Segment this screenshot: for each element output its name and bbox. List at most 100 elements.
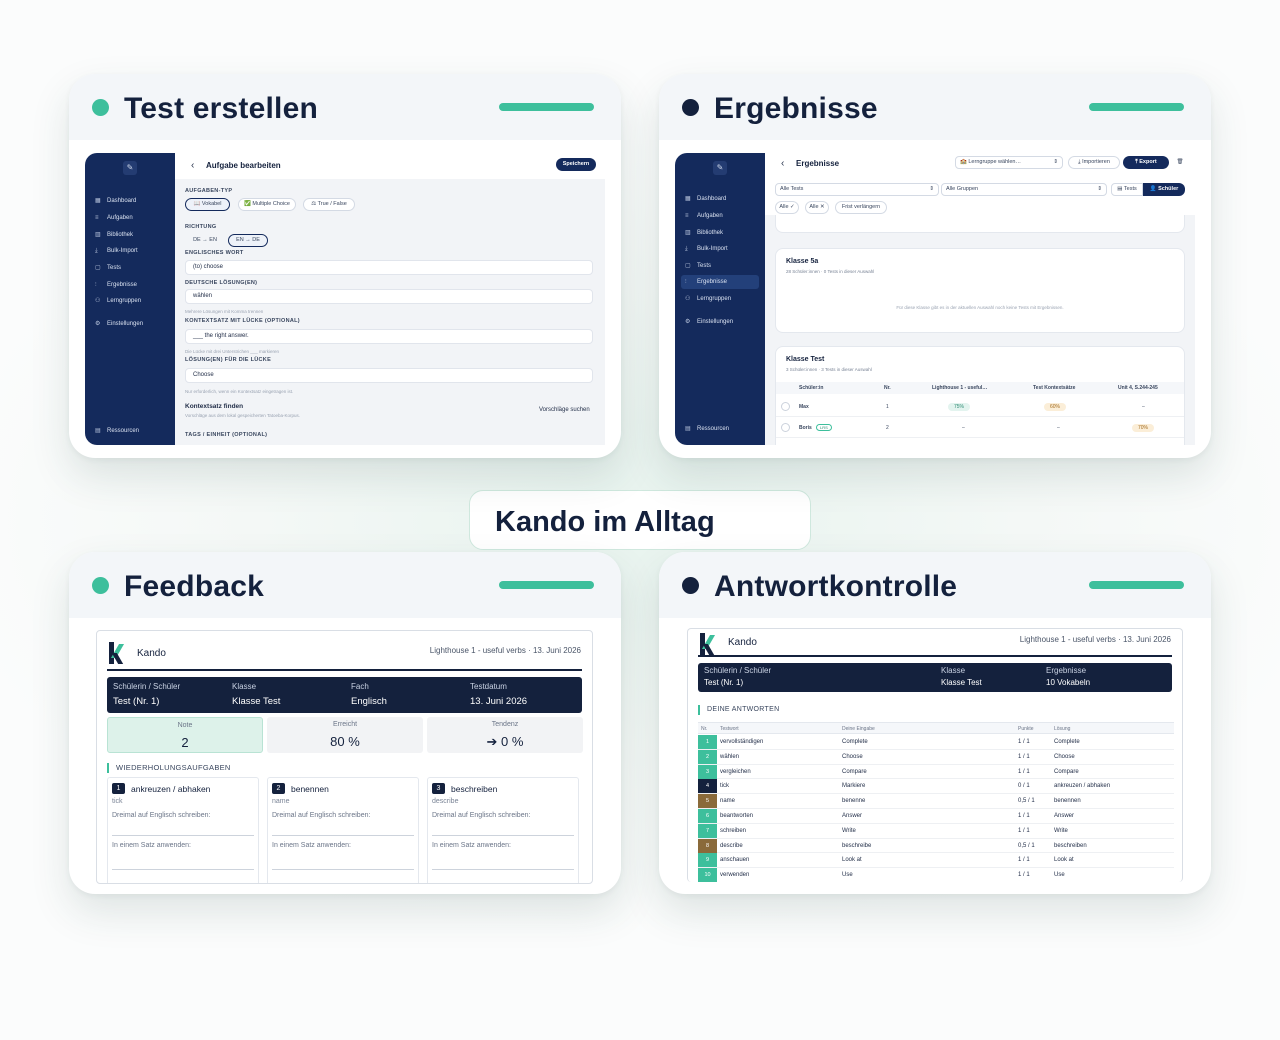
- cell-solution: beschreiben: [1054, 842, 1087, 849]
- german-solution-hint: Mehrere Lösungen mit Komma trennen: [185, 309, 264, 314]
- table-row: 6 beantworten Answer 1 / 1 Answer: [698, 809, 1174, 824]
- answer-line[interactable]: [432, 835, 574, 836]
- status-dot-icon: [682, 577, 699, 594]
- col-test1: Lighthouse 1 - useful…: [932, 385, 988, 391]
- cell-solution: ankreuzen / abhaken: [1054, 783, 1111, 790]
- sidebar-item-aufgaben[interactable]: ≡ Aufgaben: [91, 211, 169, 225]
- row-number-badge: 1: [698, 735, 717, 749]
- answer-line[interactable]: [112, 835, 254, 836]
- row-number-badge: 8: [698, 838, 717, 853]
- feedback-document: Kando Lighthouse 1 - useful verbs · 13. …: [96, 630, 593, 884]
- brand-name: Kando: [728, 637, 757, 648]
- chevron-down-icon: ⇕: [1053, 159, 1058, 165]
- sidebar-item-einstellungen[interactable]: ⚙ Einstellungen: [91, 317, 169, 331]
- row-number-badge: 4: [698, 779, 717, 794]
- answer-line[interactable]: [432, 869, 574, 870]
- german-solution-label: DEUTSCHE LÖSUNG(EN): [185, 280, 258, 286]
- direction-en-de[interactable]: EN → DE: [228, 234, 268, 247]
- back-icon[interactable]: ‹: [781, 158, 784, 169]
- save-button[interactable]: Speichern: [556, 158, 596, 171]
- context-input[interactable]: ___ the right answer.: [185, 329, 593, 344]
- row-checkbox[interactable]: [781, 402, 790, 411]
- context-hint: Die Lücke mit drei Unterstrichen ___ mar…: [185, 349, 280, 354]
- sidebar-item-bulkimport[interactable]: ⤓ Bulk-Import: [681, 242, 759, 256]
- filter-groups-select[interactable]: Alle Gruppen ⇕: [941, 183, 1107, 196]
- cell-points: 0,5 / 1: [1018, 798, 1035, 805]
- brand-name: Kando: [137, 648, 166, 659]
- answer-line[interactable]: [272, 835, 414, 836]
- clipboard-icon: ▢: [685, 263, 691, 269]
- view-tests-toggle[interactable]: ▤ Tests: [1111, 183, 1143, 196]
- card-header: Antwortkontrolle: [659, 552, 1211, 618]
- german-solution-input[interactable]: wählen: [185, 289, 593, 304]
- direction-de-en[interactable]: DE → EN: [185, 234, 225, 247]
- card-ergebnisse: Ergebnisse ✎ ▦ Dashboard ≡ Aufgaben ▥ Bibliot…: [659, 74, 1211, 458]
- view-students-toggle[interactable]: 👤 Schüler: [1143, 183, 1185, 196]
- cell-solution: Use: [1054, 872, 1065, 879]
- gap-input[interactable]: Choose: [185, 368, 593, 383]
- cell-points: 1 / 1: [1018, 827, 1030, 834]
- screenshot-editor: ✎ ▦ Dashboard ≡ Aufgaben ▥ Bibliothek ⤓ Bulk-Im…: [85, 153, 605, 445]
- import-button[interactable]: ⤓ Importieren: [1068, 156, 1120, 169]
- cell-word: schreiben: [720, 827, 747, 834]
- sidebar-item-ressourcen[interactable]: ▤ Ressourcen: [681, 422, 759, 436]
- sidebar-item-bulkimport[interactable]: ⤓ Bulk-Import: [91, 244, 169, 258]
- type-chip-vokabel[interactable]: 📖 Vokabel: [185, 198, 230, 211]
- class-panel-test: Klasse Test 3 Schüler:innen · 3 Tests in…: [775, 346, 1185, 445]
- type-chip-true-false[interactable]: ⚖ True / False: [303, 198, 355, 211]
- find-suggestions-button[interactable]: Vorschläge suchen: [539, 407, 590, 413]
- sidebar-item-dashboard[interactable]: ▦ Dashboard: [91, 194, 169, 208]
- trash-icon[interactable]: 🗑: [1173, 156, 1187, 169]
- type-label: AUFGABEN-TYP: [185, 188, 233, 194]
- type-chip-multiple-choice[interactable]: ✅ Multiple Choice: [238, 198, 296, 211]
- sidebar-item-tests[interactable]: ▢ Tests: [91, 261, 169, 275]
- answer-line[interactable]: [272, 869, 414, 870]
- app-logo-icon: ✎: [123, 161, 137, 175]
- english-word-input[interactable]: (to) choose: [185, 260, 593, 275]
- cell-input: Markiere: [842, 783, 866, 790]
- cell-word: wählen: [720, 753, 740, 760]
- screenshot-results: ✎ ▦ Dashboard ≡ Aufgaben ▥ Bibliothek ⤓ Bulk-Im…: [675, 153, 1195, 445]
- table-row[interactable]: Boris LRS 2 – – 70%: [776, 418, 1184, 438]
- cell-points: 0 / 1: [1018, 783, 1030, 790]
- gear-icon: ⚙: [685, 319, 691, 325]
- sidebar-item-lerngruppen[interactable]: ⚇ Lerngruppen: [681, 292, 759, 306]
- sidebar-item-aufgaben[interactable]: ≡ Aufgaben: [681, 209, 759, 223]
- file-icon: ▤: [685, 426, 691, 432]
- sidebar-item-ergebnisse[interactable]: ⫶ Ergebnisse: [681, 275, 759, 289]
- score-badge: 60%: [1044, 403, 1067, 411]
- cell-word: describe: [720, 842, 743, 849]
- export-button[interactable]: ⤒ Export: [1123, 156, 1169, 169]
- chip-frist-verlaengern[interactable]: Frist verlängern: [835, 201, 887, 214]
- chip-alle-check[interactable]: Alle ✓: [775, 201, 799, 214]
- divider: [698, 655, 1172, 657]
- back-icon[interactable]: ‹: [191, 160, 194, 171]
- row-checkbox[interactable]: [781, 423, 790, 432]
- sidebar-item-lerngruppen[interactable]: ⚇ Lerngruppen: [91, 294, 169, 308]
- sidebar-item-dashboard[interactable]: ▦ Dashboard: [681, 192, 759, 206]
- group-select[interactable]: 🏫 Lerngruppe wählen… ⇕: [955, 156, 1063, 169]
- chip-alle-cross[interactable]: Alle ✕: [805, 201, 829, 214]
- cell-points: 1 / 1: [1018, 768, 1030, 775]
- results-table-header: Schüler:in Nr. Lighthouse 1 - useful… Te…: [776, 382, 1184, 394]
- sidebar-item-bibliothek[interactable]: ▥ Bibliothek: [681, 226, 759, 240]
- cell-input: Complete: [842, 739, 868, 745]
- cell-solution: Write: [1054, 827, 1068, 834]
- cell-word: verwenden: [720, 872, 750, 879]
- sidebar-item-ressourcen[interactable]: ▤ Ressourcen: [91, 424, 169, 438]
- accent-bar: [1089, 581, 1184, 589]
- sidebar-item-ergebnisse[interactable]: ⫶ Ergebnisse: [91, 278, 169, 292]
- cell-word: tick: [720, 783, 729, 790]
- cell-points: 1 / 1: [1018, 739, 1030, 745]
- gap-hint: Nur erforderlich, wenn ein Kontextsatz e…: [185, 389, 294, 394]
- table-row[interactable]: Max 1 75% 60% –: [776, 397, 1184, 417]
- section-title: DEINE ANTWORTEN: [698, 705, 779, 715]
- card-title: Antwortkontrolle: [714, 570, 958, 603]
- sidebar-item-bibliothek[interactable]: ▥ Bibliothek: [91, 228, 169, 242]
- sidebar-item-einstellungen[interactable]: ⚙ Einstellungen: [681, 315, 759, 329]
- answer-line[interactable]: [112, 869, 254, 870]
- filter-tests-select[interactable]: Alle Tests ⇕: [775, 183, 939, 196]
- results-main: ‹ Ergebnisse 🏫 Lerngruppe wählen… ⇕ ⤓ Imp…: [765, 153, 1195, 445]
- sidebar-item-tests[interactable]: ▢ Tests: [681, 259, 759, 273]
- center-label: Kando im Alltag: [495, 506, 715, 538]
